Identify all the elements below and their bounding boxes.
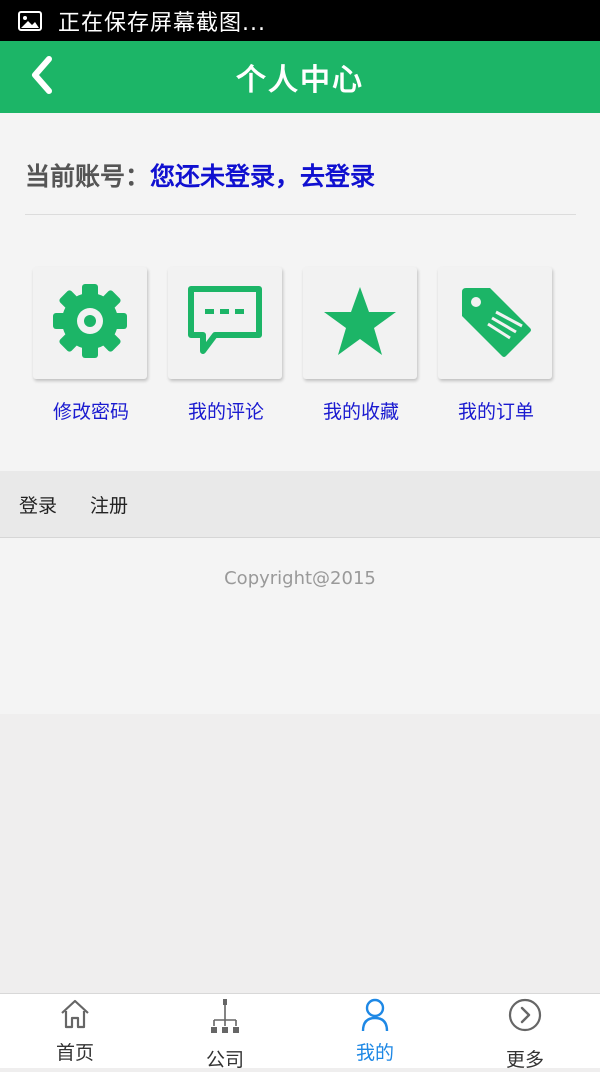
auth-links-bar: 登录 注册 [0, 471, 600, 538]
page-title: 个人中心 [236, 63, 364, 98]
tab-company[interactable]: 公司 [150, 994, 300, 1071]
tile [303, 267, 417, 379]
tab-label: 公司 [205, 1049, 244, 1071]
function-grid: 修改密码 我的评论 我的收藏 我的订单 [0, 265, 600, 425]
tab-label: 我的 [355, 1042, 394, 1064]
copyright-text: Copyright@2015 [224, 568, 376, 589]
image-icon [18, 9, 42, 33]
comment-icon [185, 283, 265, 363]
org-chart-icon [210, 998, 240, 1042]
account-row: 当前账号：您还未登录，去登录 [25, 157, 375, 193]
tile [168, 267, 282, 379]
grid-item-my-comments[interactable]: 我的评论 [159, 265, 293, 425]
grid-item-my-favorites[interactable]: 我的收藏 [294, 265, 428, 425]
divider [25, 214, 576, 215]
tab-home[interactable]: 首页 [0, 994, 150, 1068]
grid-item-label: 我的评论 [187, 401, 264, 423]
tag-icon [456, 282, 534, 364]
gear-icon [51, 282, 129, 364]
login-link-bottom[interactable]: 登录 [19, 491, 57, 518]
back-button[interactable] [22, 55, 62, 99]
star-icon [322, 285, 398, 361]
register-link[interactable]: 注册 [90, 491, 128, 518]
status-text: 正在保存屏幕截图... [58, 10, 266, 36]
grid-item-my-orders[interactable]: 我的订单 [429, 265, 563, 425]
tab-label: 更多 [505, 1049, 544, 1071]
grid-item-change-password[interactable]: 修改密码 [24, 265, 158, 425]
tab-label: 首页 [55, 1042, 94, 1064]
tile [33, 267, 147, 379]
account-label: 当前账号： [25, 162, 151, 191]
tab-more[interactable]: 更多 [450, 994, 600, 1071]
grid-item-label: 我的收藏 [322, 401, 399, 423]
status-bar: 正在保存屏幕截图... [0, 0, 600, 41]
home-icon [59, 998, 91, 1034]
chevron-left-icon [29, 55, 55, 99]
bottom-tab-bar: 首页 公司 我的 更多 [0, 993, 600, 1071]
tab-mine[interactable]: 我的 [300, 994, 450, 1068]
app-header: 个人中心 [0, 41, 600, 113]
grid-item-label: 修改密码 [52, 401, 129, 423]
footer: Copyright@2015 [0, 538, 600, 714]
user-icon [360, 998, 390, 1036]
tile [438, 267, 552, 379]
grid-item-label: 我的订单 [457, 401, 534, 423]
circle-chevron-right-icon [508, 998, 542, 1036]
login-link[interactable]: 您还未登录，去登录 [150, 162, 375, 191]
main-content: 当前账号：您还未登录，去登录 修改密码 我的评论 我的收藏 我的订单 [0, 113, 600, 471]
